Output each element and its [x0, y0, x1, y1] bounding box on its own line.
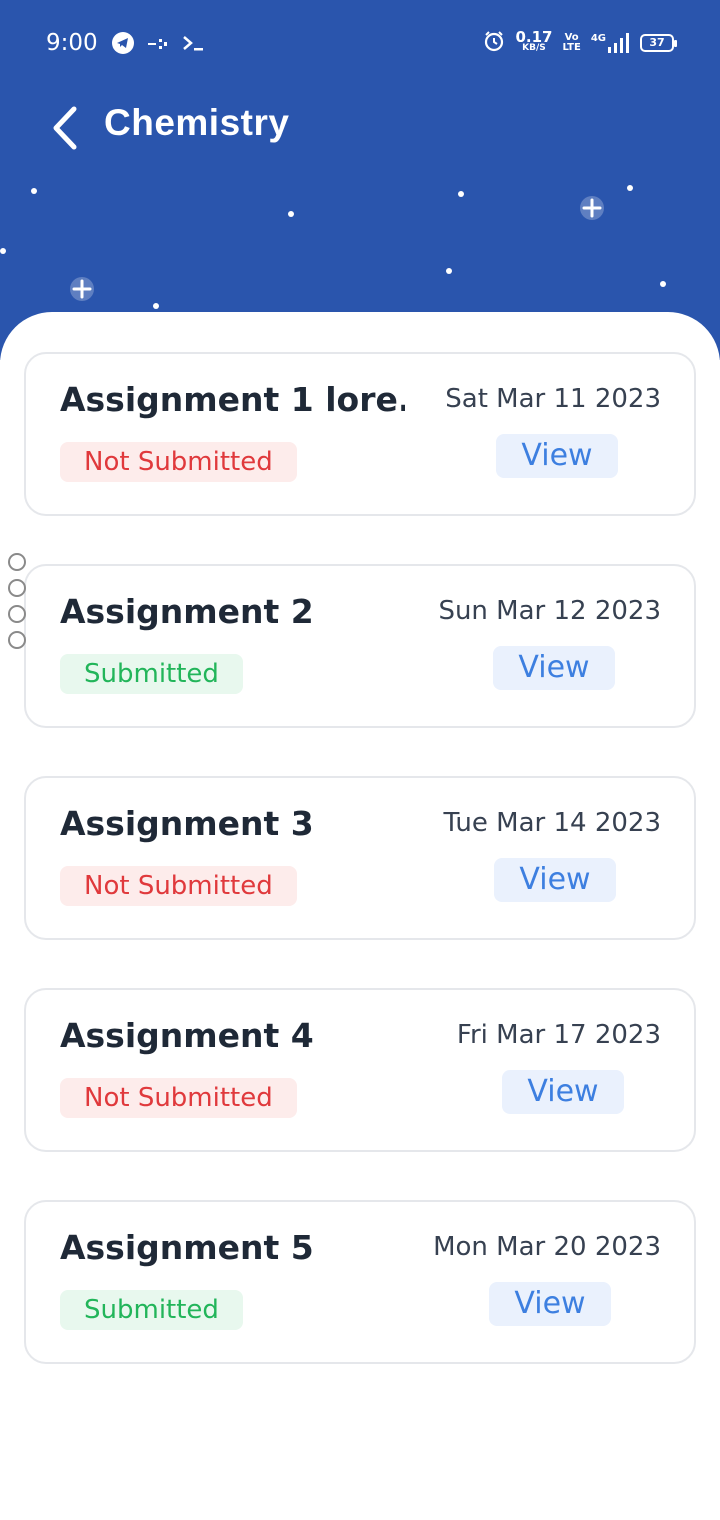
- view-button[interactable]: View: [489, 1282, 611, 1326]
- star-dot: [458, 191, 464, 197]
- status-badge: Not Submitted: [60, 442, 297, 482]
- assignment-card[interactable]: Assignment 2 Sun Mar 12 2023 Submitted V…: [24, 564, 696, 728]
- volte-indicator: Vo LTE: [562, 31, 581, 53]
- assignment-title: Assignment 3: [60, 804, 314, 843]
- status-badge: Submitted: [60, 1290, 243, 1330]
- star-dot: [153, 303, 159, 309]
- assignment-date: Tue Mar 14 2023: [443, 808, 661, 838]
- assignment-title: Assignment 5: [60, 1228, 314, 1267]
- back-button[interactable]: [40, 102, 88, 154]
- chevron-left-icon: [53, 106, 77, 150]
- status-bar: 9:00 0.17 KB/S Vo LTE 4G 37: [0, 0, 720, 88]
- handle-dot: [8, 631, 26, 649]
- assignment-date: Fri Mar 17 2023: [456, 1020, 661, 1050]
- assignment-title: Assignment 1 lore...: [60, 380, 405, 419]
- floating-handle[interactable]: [8, 553, 28, 657]
- star-dot: [627, 185, 633, 191]
- assignment-card[interactable]: Assignment 5 Mon Mar 20 2023 Submitted V…: [24, 1200, 696, 1364]
- signal-icon: 4G: [591, 32, 630, 53]
- alarm-icon: [483, 30, 505, 55]
- star-dot: [0, 248, 6, 254]
- assignment-card[interactable]: Assignment 3 Tue Mar 14 2023 Not Submitt…: [24, 776, 696, 940]
- battery-icon: 37: [640, 33, 677, 52]
- sparkle-icon: [580, 196, 604, 220]
- assignment-title: Assignment 2: [60, 592, 314, 631]
- star-dot: [288, 211, 294, 217]
- cast-icon: [148, 36, 168, 55]
- handle-dot: [8, 605, 26, 623]
- star-dot: [660, 281, 666, 287]
- assignment-title: Assignment 4: [60, 1016, 314, 1055]
- assignment-card[interactable]: Assignment 4 Fri Mar 17 2023 Not Submitt…: [24, 988, 696, 1152]
- page-title: Chemistry: [104, 102, 290, 143]
- view-button[interactable]: View: [496, 434, 618, 478]
- handle-dot: [8, 553, 26, 571]
- status-time: 9:00: [46, 30, 98, 56]
- sparkle-icon: [70, 277, 94, 301]
- view-button[interactable]: View: [494, 858, 616, 902]
- assignment-date: Mon Mar 20 2023: [433, 1232, 661, 1262]
- star-dot: [31, 188, 37, 194]
- status-badge: Not Submitted: [60, 1078, 297, 1118]
- view-button[interactable]: View: [493, 646, 615, 690]
- terminal-icon: [182, 35, 204, 55]
- status-badge: Submitted: [60, 654, 243, 694]
- network-speed: 0.17 KB/S: [515, 27, 553, 53]
- status-badge: Not Submitted: [60, 866, 297, 906]
- header-background: 9:00 0.17 KB/S Vo LTE 4G 37 Chemistry: [0, 0, 720, 360]
- assignment-date: Sat Mar 11 2023: [445, 384, 661, 414]
- telegram-icon: [112, 32, 134, 58]
- view-button[interactable]: View: [502, 1070, 624, 1114]
- assignment-date: Sun Mar 12 2023: [438, 596, 661, 626]
- assignment-card[interactable]: Assignment 1 lore... Sat Mar 11 2023 Not…: [24, 352, 696, 516]
- star-dot: [446, 268, 452, 274]
- handle-dot: [8, 579, 26, 597]
